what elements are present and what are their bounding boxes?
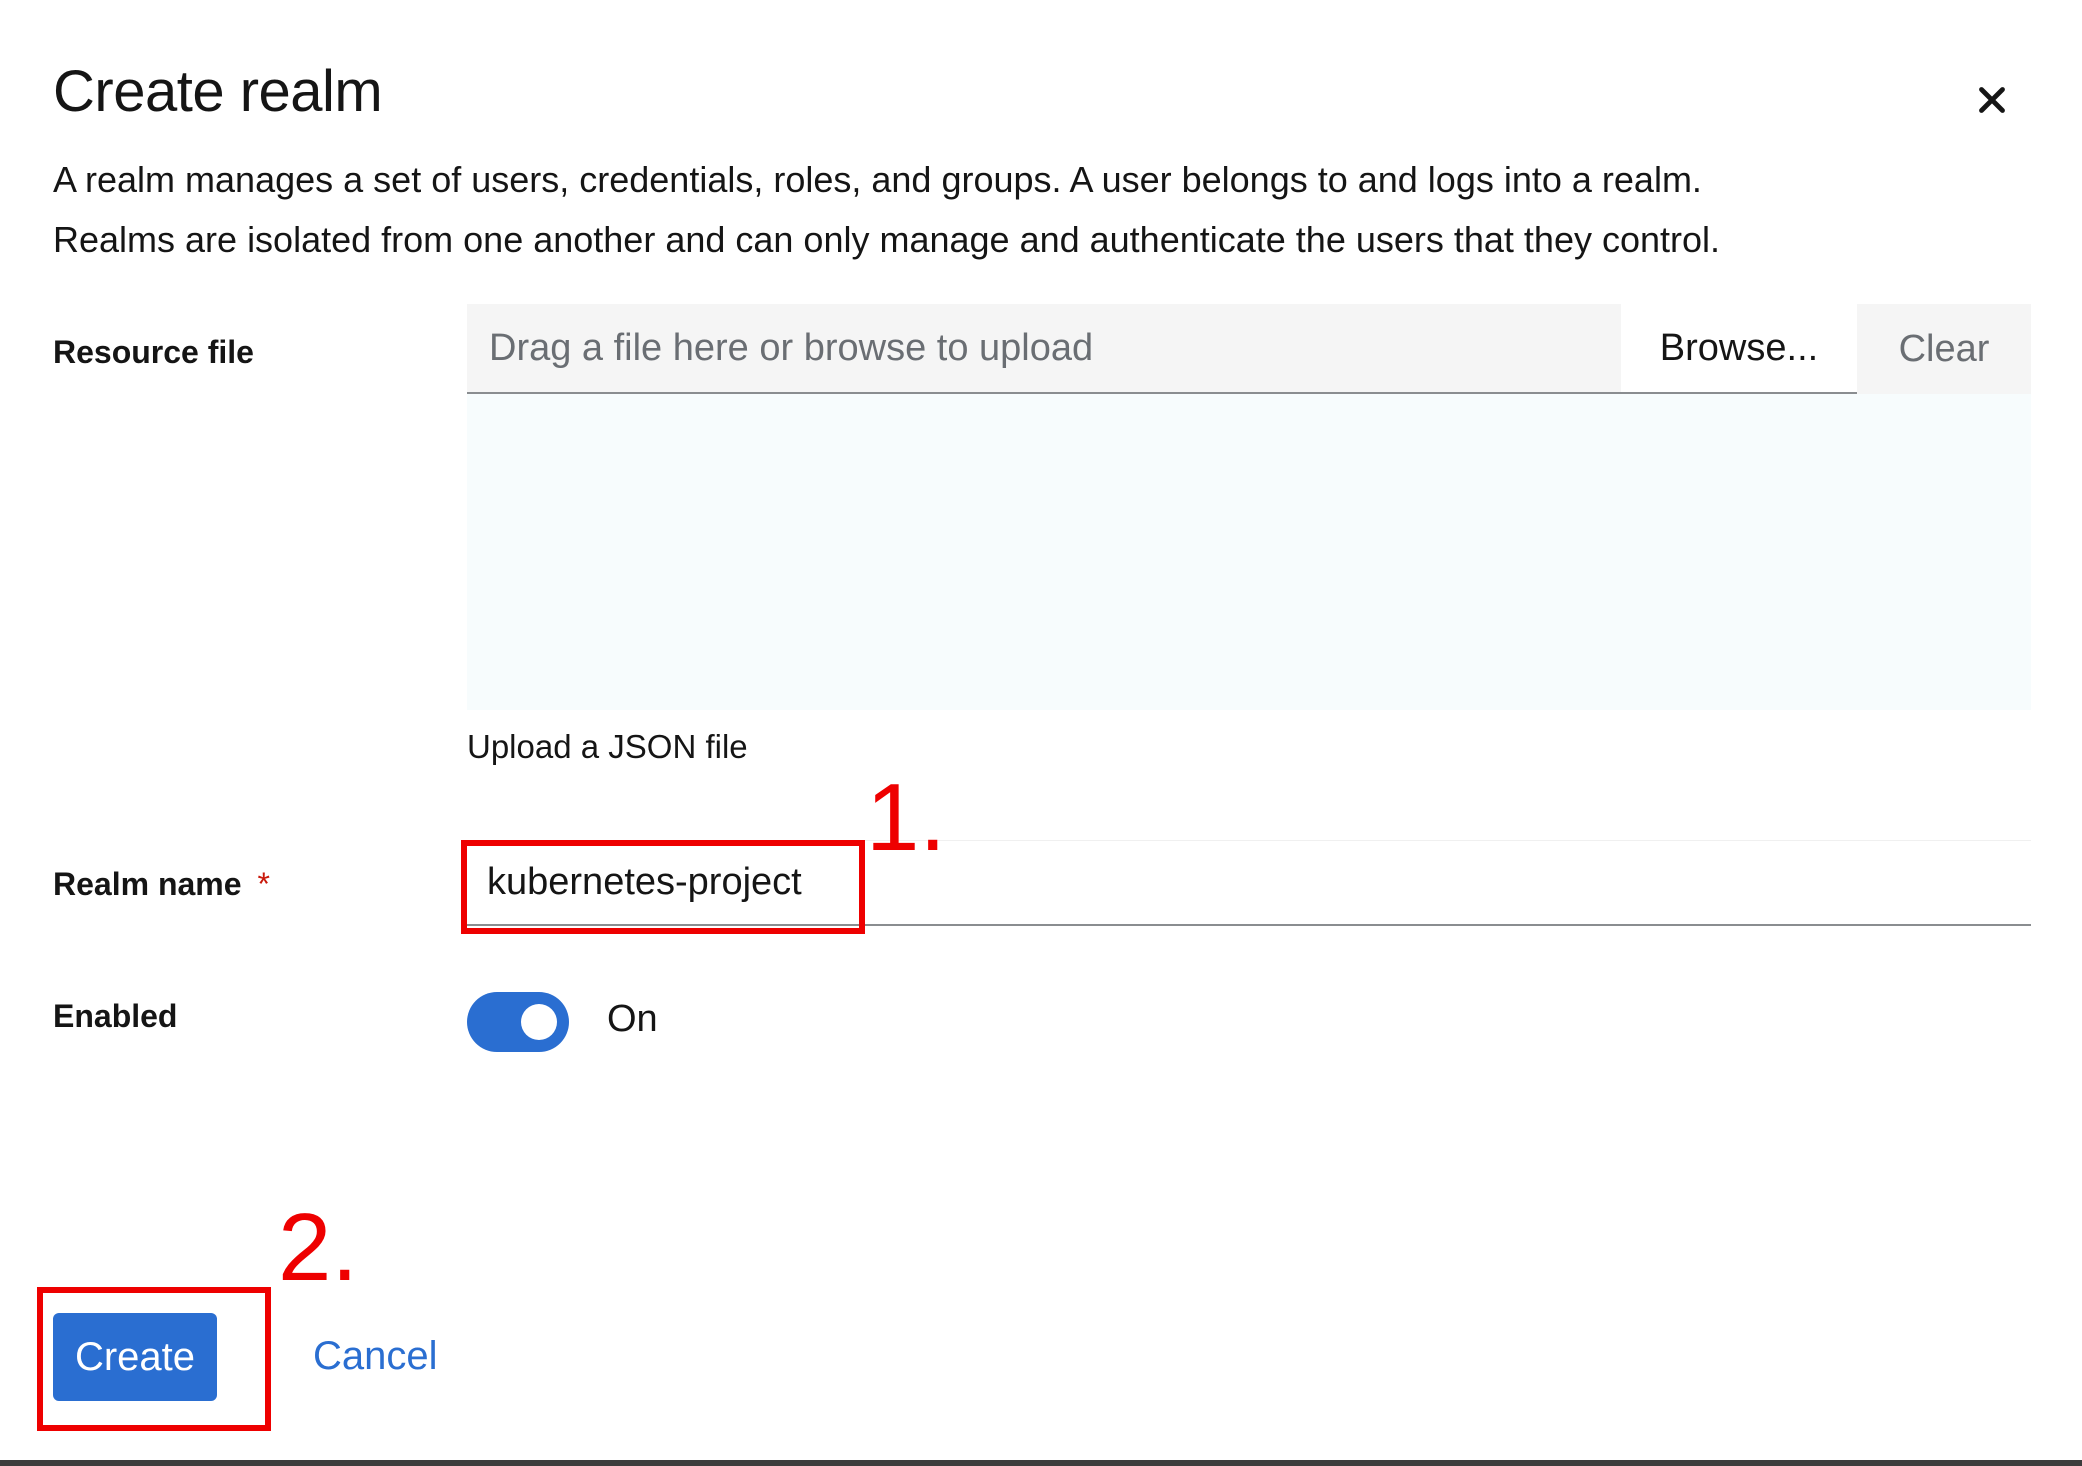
resource-file-helper-text: Upload a JSON file	[467, 728, 748, 765]
cancel-button[interactable]: Cancel	[313, 1334, 438, 1379]
file-upload-row: Drag a file here or browse to upload Bro…	[467, 304, 2031, 394]
annotation-step-2: 2.	[278, 1194, 359, 1301]
enabled-label: Enabled	[53, 998, 178, 1034]
realm-name-label: Realm name *	[53, 866, 270, 903]
enabled-state-text: On	[607, 998, 658, 1040]
close-icon	[1979, 87, 2005, 113]
file-drop-input[interactable]: Drag a file here or browse to upload	[467, 304, 1621, 394]
browse-button[interactable]: Browse...	[1621, 304, 1857, 394]
annotation-step-1: 1.	[866, 764, 947, 871]
resource-file-label: Resource file	[53, 334, 254, 370]
annotation-box-create	[37, 1287, 271, 1431]
annotation-box-realm-name	[461, 840, 865, 934]
close-button[interactable]	[1970, 78, 2014, 122]
description-line-2: Realms are isolated from one another and…	[53, 219, 1721, 260]
description-line-1: A realm manages a set of users, credenti…	[53, 159, 1702, 200]
modal-title: Create realm	[53, 59, 383, 124]
realm-name-label-text: Realm name	[53, 866, 242, 902]
required-marker: *	[257, 866, 270, 902]
bottom-divider	[0, 1460, 2082, 1466]
toggle-knob	[521, 1004, 557, 1040]
file-drop-area[interactable]	[467, 394, 2031, 710]
enabled-toggle[interactable]	[467, 992, 569, 1052]
modal-description: A realm manages a set of users, credenti…	[53, 150, 1720, 270]
clear-button[interactable]: Clear	[1857, 304, 2031, 394]
